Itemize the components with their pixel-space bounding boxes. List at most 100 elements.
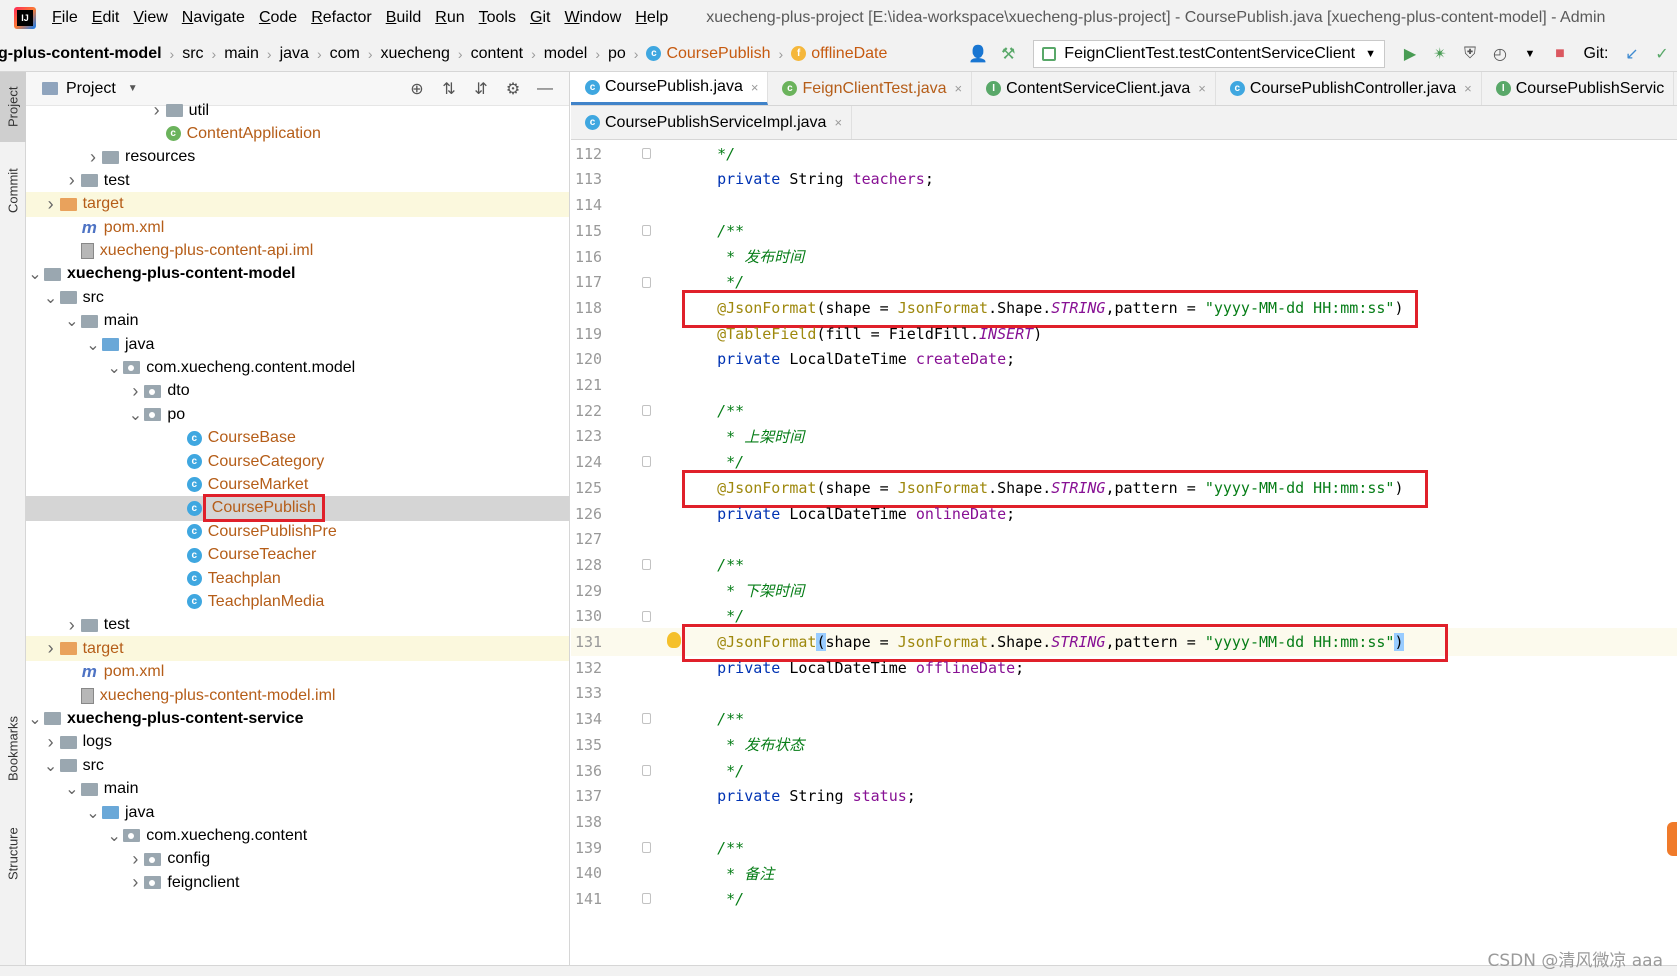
tree-item[interactable]: › dto	[26, 379, 569, 404]
code-line[interactable]: 122 /**	[571, 397, 1677, 425]
tree-item[interactable]: c CourseMarket	[26, 472, 569, 497]
chevron-right-icon[interactable]: ›	[42, 732, 60, 753]
tree-item[interactable]: c TeachplanMedia	[26, 589, 569, 614]
menu-navigate[interactable]: Navigate	[182, 9, 245, 27]
menu-run[interactable]: Run	[435, 9, 464, 27]
editor-tab[interactable]: I ContentServiceClient.java ×	[972, 72, 1216, 105]
structure-tool-tab[interactable]: Structure	[0, 812, 26, 896]
breadcrumb-item[interactable]: java	[272, 45, 317, 63]
chevron-right-icon[interactable]: ›	[63, 615, 81, 636]
code-line[interactable]: 121	[571, 371, 1677, 399]
fold-marker-icon[interactable]	[642, 225, 651, 237]
tree-item[interactable]: › target	[26, 636, 569, 662]
tree-item[interactable]: c CoursePublishPre	[26, 519, 569, 544]
coverage-icon[interactable]: ⛨	[1457, 41, 1483, 67]
tree-item[interactable]: ⌄ java	[26, 332, 569, 357]
code-line[interactable]: 123 * 上架时间	[571, 423, 1677, 451]
chevron-down-icon[interactable]: ⌄	[63, 779, 81, 799]
tree-item[interactable]: ⌄ xuecheng-plus-content-service	[26, 706, 569, 731]
code-line[interactable]: 129 * 下架时间	[571, 577, 1677, 605]
breadcrumb-item[interactable]: com	[322, 45, 368, 63]
code-line[interactable]: 112 */	[571, 140, 1677, 168]
close-icon[interactable]: ×	[834, 115, 842, 130]
breadcrumb-item[interactable]: f offlineDate	[783, 45, 895, 63]
code-line[interactable]: 119 @TableField(fill = FieldFill.INSERT)	[571, 320, 1677, 348]
menu-tools[interactable]: Tools	[479, 9, 516, 27]
chevron-down-icon[interactable]: ⌄	[42, 288, 60, 308]
code-line[interactable]: 140 * 备注	[571, 860, 1677, 888]
tree-item[interactable]: ⌄ po	[26, 402, 569, 427]
chevron-down-icon[interactable]: ⌄	[26, 709, 44, 729]
tree-item[interactable]: ⌄ src	[26, 285, 569, 310]
editor-tab[interactable]: c CoursePublish.java ×	[571, 72, 769, 105]
tree-item[interactable]: › util	[26, 98, 569, 123]
chevron-right-icon[interactable]: ›	[84, 147, 102, 168]
breadcrumb-item[interactable]: xuecheng	[373, 45, 458, 63]
tree-item[interactable]: ⌄ main	[26, 777, 569, 802]
tree-item[interactable]: ⌄ src	[26, 753, 569, 778]
edge-widget[interactable]	[1667, 822, 1677, 856]
tree-item[interactable]: › logs	[26, 730, 569, 755]
fold-marker-icon[interactable]	[642, 405, 651, 416]
tree-item[interactable]: c Teachplan	[26, 566, 569, 591]
debug-icon[interactable]: ✴	[1427, 41, 1453, 67]
chevron-down-icon[interactable]: ⌄	[26, 264, 44, 284]
tree-item[interactable]: › target	[26, 191, 569, 217]
editor-tab[interactable]: I CoursePublishServic	[1482, 72, 1675, 105]
code-line[interactable]: 127	[571, 526, 1677, 554]
fold-marker-icon[interactable]	[642, 713, 651, 725]
tree-item[interactable]: c CoursePublish	[26, 494, 569, 523]
tree-item[interactable]: xuecheng-plus-content-model.iml	[26, 683, 569, 708]
fold-marker-icon[interactable]	[642, 841, 651, 853]
tree-item[interactable]: › test	[26, 613, 569, 638]
editor-tab[interactable]: c FeignClientTest.java ×	[768, 72, 973, 105]
tree-item[interactable]: c ContentApplication	[26, 121, 569, 146]
chevron-right-icon[interactable]: ›	[126, 849, 144, 870]
menu-file[interactable]: File	[52, 9, 78, 27]
menu-view[interactable]: View	[133, 9, 167, 27]
breadcrumb-item[interactable]: src	[174, 45, 211, 63]
code-line[interactable]: 135 * 发布状态	[571, 731, 1677, 759]
menu-git[interactable]: Git	[530, 9, 550, 27]
git-commit-icon[interactable]: ✓	[1649, 41, 1675, 67]
tree-item[interactable]: › test	[26, 168, 569, 193]
fold-marker-icon[interactable]	[642, 764, 651, 776]
tree-item[interactable]: › config	[26, 847, 569, 872]
tree-item[interactable]: ⌄ com.xuecheng.content	[26, 823, 569, 848]
chevron-right-icon[interactable]: ›	[126, 872, 144, 893]
more-run-icon[interactable]: ▼	[1517, 41, 1543, 67]
fold-marker-icon[interactable]	[642, 456, 651, 468]
build-hammer-icon[interactable]: ⚒	[995, 41, 1021, 67]
code-line[interactable]: 138	[571, 808, 1677, 836]
stop-icon[interactable]: ■	[1547, 41, 1573, 67]
lightbulb-icon[interactable]	[667, 632, 681, 649]
breadcrumb-item[interactable]: model	[536, 45, 596, 63]
tree-item[interactable]: ⌄ xuecheng-plus-content-model	[26, 262, 569, 287]
chevron-down-icon[interactable]: ⌄	[84, 335, 102, 355]
run-configuration-select[interactable]: FeignClientTest.testContentServiceClient…	[1033, 39, 1385, 68]
user-icon[interactable]: 👤	[965, 41, 991, 67]
code-line[interactable]: 132 private LocalDateTime offlineDate;	[571, 654, 1677, 682]
git-update-icon[interactable]: ↙	[1619, 41, 1645, 67]
code-line[interactable]: 120 private LocalDateTime createDate;	[571, 346, 1677, 374]
code-line[interactable]: 130 */	[571, 603, 1677, 631]
menu-help[interactable]: Help	[635, 9, 668, 27]
breadcrumb-item[interactable]: po	[600, 45, 634, 63]
chevron-down-icon[interactable]: ⌄	[84, 803, 102, 823]
editor-tab[interactable]: c CoursePublishController.java ×	[1216, 72, 1482, 105]
editor-tab[interactable]: c CoursePublishServiceImpl.java ×	[571, 106, 853, 139]
chevron-right-icon[interactable]: ›	[63, 170, 81, 191]
commit-tool-tab[interactable]: Commit	[0, 156, 26, 226]
chevron-down-icon[interactable]: ⌄	[63, 311, 81, 331]
menu-window[interactable]: Window	[564, 9, 621, 27]
code-line[interactable]: 117 */	[571, 269, 1677, 297]
code-line[interactable]: 125 @JsonFormat(shape = JsonFormat.Shape…	[571, 474, 1677, 502]
close-icon[interactable]: ×	[1198, 81, 1206, 96]
code-editor[interactable]: 112 */113 private String teachers; 114 115…	[571, 140, 1677, 976]
breadcrumb-item[interactable]: content	[463, 45, 531, 63]
code-line[interactable]: 133	[571, 680, 1677, 708]
project-tool-tab[interactable]: Project	[0, 72, 26, 142]
chevron-right-icon[interactable]: ›	[42, 638, 60, 659]
tree-item[interactable]: › feignclient	[26, 870, 569, 895]
menu-edit[interactable]: Edit	[92, 9, 120, 27]
